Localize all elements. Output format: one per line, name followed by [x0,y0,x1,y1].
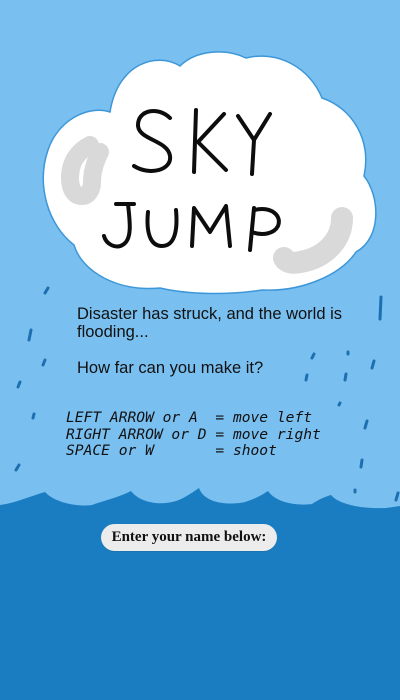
control-action: move right [232,425,321,443]
intro-line-disaster: Disaster has struck, and the world is fl… [77,305,343,341]
intro-line-question: How far can you make it? [77,359,264,377]
intro-text: Disaster has struck, and the world is fl… [77,305,367,377]
control-keys: LEFT ARROW or A [66,409,207,426]
control-action: shoot [232,442,277,459]
controls-help: LEFT ARROW or A = move left RIGHT ARROW … [66,409,321,459]
control-action: move left [232,409,313,426]
control-keys: SPACE or W [66,442,207,459]
name-entry-prompt[interactable]: Enter your name below: [101,524,277,551]
control-keys: RIGHT ARROW or D [66,425,207,443]
flood-water [0,488,400,700]
name-prompt-label: Enter your name below: [111,529,267,545]
